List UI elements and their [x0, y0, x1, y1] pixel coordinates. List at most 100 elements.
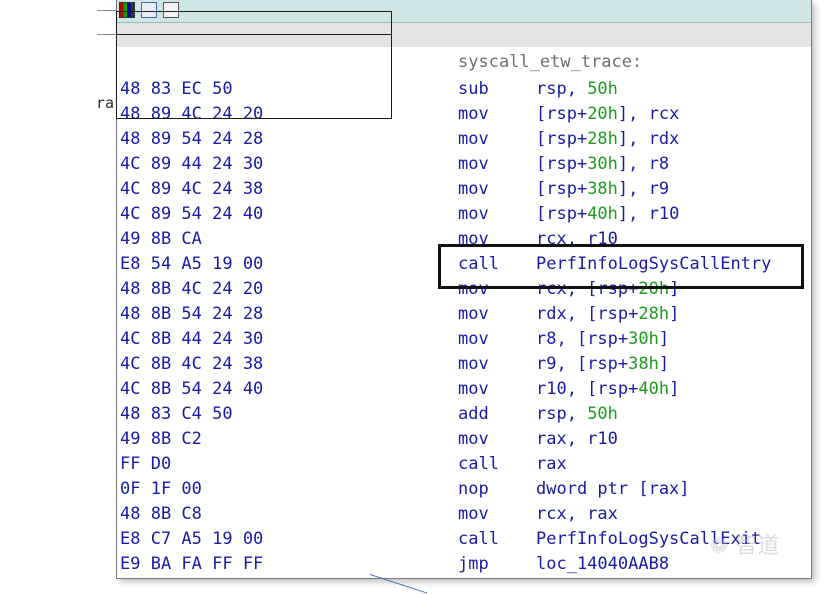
operand-text: dword ptr [rax] [536, 479, 690, 499]
operand-text: ] [669, 279, 680, 299]
operands[interactable]: rax [536, 452, 567, 477]
mnemonic: jmp [458, 554, 489, 574]
opcode-bytes: 48 83 EC 50 [120, 79, 233, 99]
operand-text: ], r9 [617, 179, 670, 199]
operand-text: r10, [rsp+ [536, 379, 639, 399]
instruction-row[interactable]: 4C 89 54 24 40 mov [rsp+40h], r10 [117, 202, 811, 227]
mnemonic: call [458, 454, 499, 474]
operand-text: rcx, [rsp+ [536, 279, 639, 299]
operand-number: 30h [628, 329, 659, 349]
operands[interactable]: r10, [rsp+40h] [536, 377, 679, 402]
operand-number: 38h [587, 179, 618, 199]
operand-text: rsp, [536, 404, 588, 424]
instruction-row[interactable]: E8 54 A5 19 00 call PerfInfoLogSysCallEntr… [117, 252, 811, 277]
mnemonic: mov [458, 504, 489, 524]
operand-text: r9, [rsp+ [536, 354, 629, 374]
operands[interactable]: rcx, r10 [536, 227, 618, 252]
operand-text: ], r10 [617, 204, 680, 224]
mnemonic: add [458, 404, 489, 424]
operand-text: [rsp+ [536, 154, 588, 174]
operand-text: ] [658, 329, 670, 349]
background-partial-label: ra [96, 94, 115, 112]
opcode-bytes: 4C 89 4C 24 38 [120, 179, 264, 199]
mnemonic: mov [458, 229, 489, 249]
operand-text: rax, r10 [536, 429, 618, 449]
instruction-row[interactable]: 4C 8B 4C 24 38 mov r9, [rsp+38h] [117, 352, 811, 377]
operands[interactable]: rdx, [rsp+28h] [536, 302, 679, 327]
mnemonic: call [458, 529, 499, 549]
window-titlebar[interactable] [117, 0, 811, 23]
instruction-row[interactable]: E8 C7 A5 19 00 call PerfInfoLogSysCallExit [117, 527, 811, 552]
operand-text: ], r8 [617, 154, 670, 174]
instruction-row[interactable]: E9 BA FA FF FF jmp loc_14040AAB8 [117, 552, 811, 577]
operands[interactable]: [rsp+40h], r10 [536, 202, 679, 227]
instruction-row[interactable]: 49 8B C2 mov rax, r10 [117, 427, 811, 452]
instruction-row[interactable]: 4C 8B 54 24 40 mov r10, [rsp+40h] [117, 377, 811, 402]
mnemonic: mov [458, 104, 489, 124]
opcode-bytes: 49 8B C2 [120, 429, 202, 449]
grid-icon[interactable] [163, 2, 179, 18]
operand-text: ] [669, 379, 680, 399]
opcode-bytes: 48 83 C4 50 [120, 404, 233, 424]
operand-text: ] [658, 354, 670, 374]
opcode-bytes: 4C 8B 4C 24 38 [120, 354, 264, 374]
instruction-row[interactable]: 0F 1F 00 nop dword ptr [rax] [117, 477, 811, 502]
operands[interactable]: PerfInfoLogSysCallEntry [536, 252, 771, 277]
mnemonic: mov [458, 379, 489, 399]
opcode-bytes: 4C 8B 44 24 30 [120, 329, 264, 349]
opcode-bytes: 4C 8B 54 24 40 [120, 379, 264, 399]
mnemonic: mov [458, 304, 489, 324]
operands[interactable]: [rsp+30h], r8 [536, 152, 669, 177]
instruction-row[interactable]: 48 89 54 24 28 mov [rsp+28h], rdx [117, 127, 811, 152]
opcode-bytes: FF D0 [120, 454, 172, 474]
mnemonic: mov [458, 354, 489, 374]
operands[interactable]: rax, r10 [536, 427, 618, 452]
operands[interactable]: [rsp+28h], rdx [536, 127, 679, 152]
instruction-row[interactable]: 4C 8B 44 24 30 mov r8, [rsp+30h] [117, 327, 811, 352]
instruction-row[interactable]: 48 83 C4 50 add rsp, 50h [117, 402, 811, 427]
mnemonic: mov [458, 129, 489, 149]
instruction-row[interactable]: 4C 89 44 24 30 mov [rsp+30h], r8 [117, 152, 811, 177]
mnemonic: mov [458, 154, 489, 174]
operand-text: r8, [rsp+ [536, 329, 629, 349]
operands[interactable]: loc_14040AAB8 [536, 552, 669, 577]
operand-text: rcx, rax [536, 504, 618, 524]
mnemonic: call [458, 254, 499, 274]
instruction-row[interactable]: 48 8B 54 24 28 mov rdx, [rsp+28h] [117, 302, 811, 327]
operand-text: ] [669, 304, 680, 324]
operand-text: [rsp+ [536, 104, 588, 124]
operand-number: 30h [587, 154, 618, 174]
opcode-bytes: 0F 1F 00 [120, 479, 202, 499]
instruction-row[interactable]: 48 89 4C 24 20 mov [rsp+20h], rcx [117, 102, 811, 127]
opcode-bytes: 49 8B CA [120, 229, 202, 249]
mnemonic: nop [458, 479, 489, 499]
operand-number: 40h [638, 379, 670, 399]
edit-icon[interactable] [141, 2, 157, 18]
opcode-bytes: E9 BA FA FF FF [120, 554, 264, 574]
opcode-bytes: 4C 89 54 24 40 [120, 204, 264, 224]
operands[interactable]: [rsp+38h], r9 [536, 177, 669, 202]
operands[interactable]: r9, [rsp+38h] [536, 352, 669, 377]
operands[interactable]: [rsp+20h], rcx [536, 102, 679, 127]
opcode-bytes: 48 8B C8 [120, 504, 202, 524]
mnemonic: mov [458, 204, 489, 224]
mnemonic: mov [458, 329, 489, 349]
disassembly-window: syscall_etw_trace: 48 83 EC 50 sub rsp, 50… [116, 0, 812, 579]
instruction-row[interactable]: 4C 89 4C 24 38 mov [rsp+38h], r9 [117, 177, 811, 202]
function-label[interactable]: syscall_etw_trace: [458, 52, 642, 72]
opcode-bytes: E8 C7 A5 19 00 [120, 529, 264, 549]
operand-text: ], rdx [617, 129, 680, 149]
instruction-row[interactable]: 48 8B 4C 24 20 mov rcx, [rsp+20h] [117, 277, 811, 302]
operands[interactable]: rsp, 50h [536, 77, 618, 102]
operands[interactable]: rcx, [rsp+20h] [536, 277, 679, 302]
instruction-row[interactable]: FF D0 call rax [117, 452, 811, 477]
operands[interactable]: rcx, rax [536, 502, 618, 527]
instruction-row[interactable]: 48 8B C8 mov rcx, rax [117, 502, 811, 527]
palette-icon[interactable] [119, 2, 135, 18]
operands[interactable]: dword ptr [rax] [536, 477, 690, 502]
operands[interactable]: r8, [rsp+30h] [536, 327, 669, 352]
instruction-row[interactable]: 49 8B CA mov rcx, r10 [117, 227, 811, 252]
operands[interactable]: rsp, 50h [536, 402, 618, 427]
instruction-row[interactable]: 48 83 EC 50 sub rsp, 50h [117, 77, 811, 102]
operand-number: 50h [587, 79, 618, 99]
